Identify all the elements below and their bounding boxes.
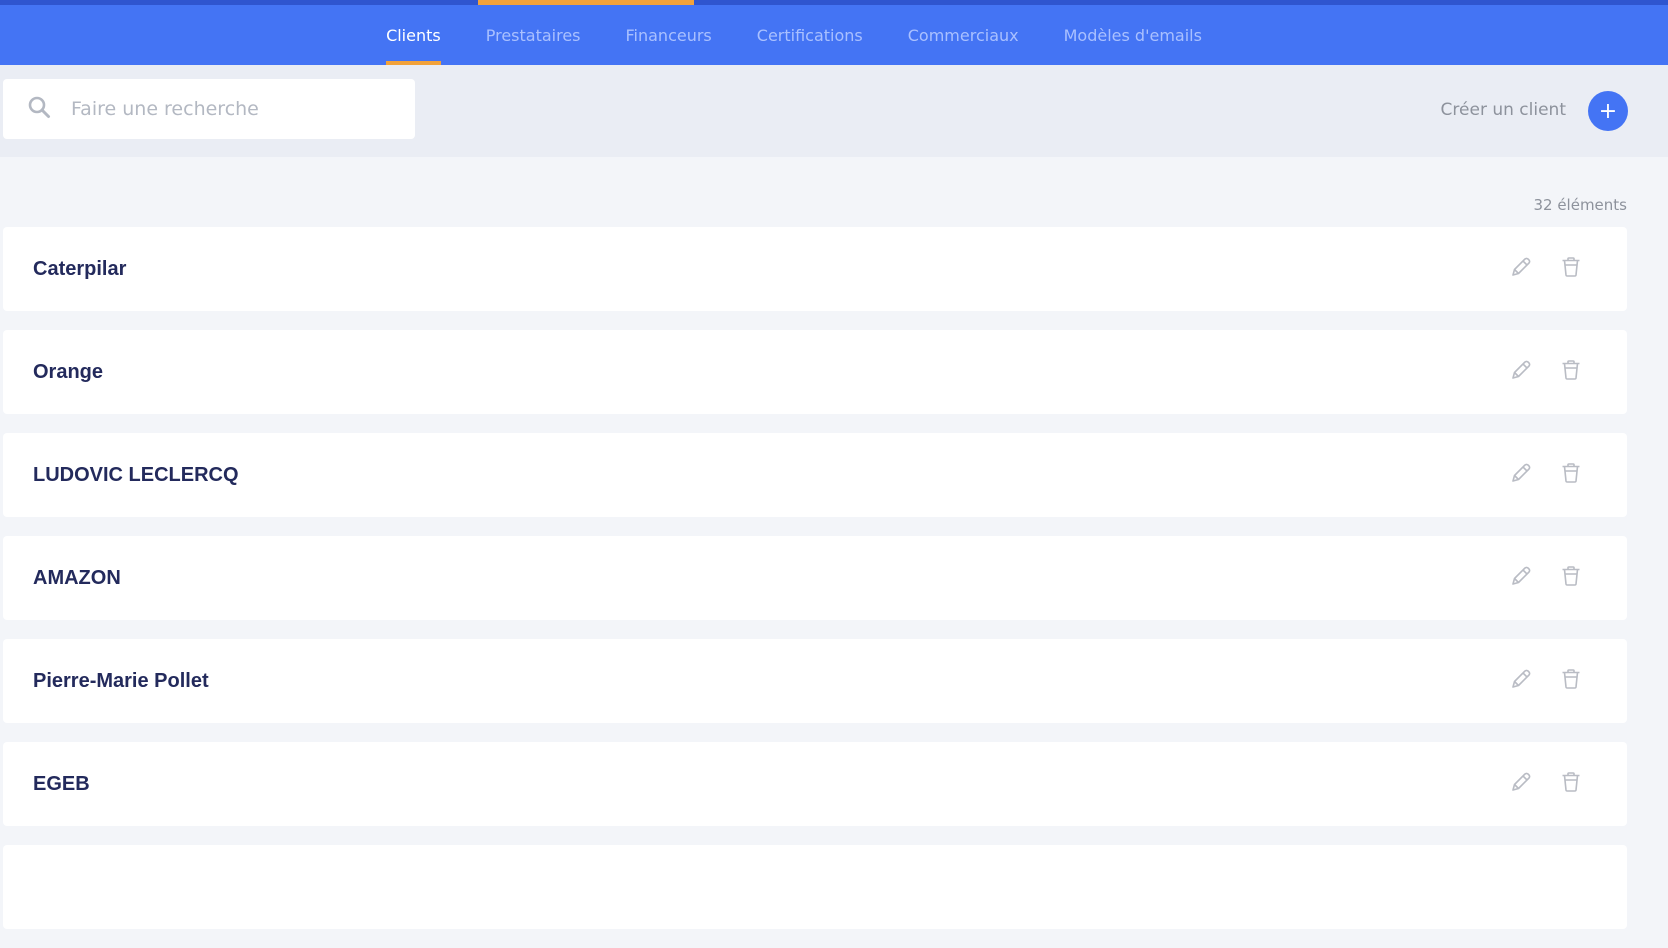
create-client-label[interactable]: Créer un client bbox=[1441, 100, 1566, 120]
list-item[interactable] bbox=[3, 845, 1627, 929]
row-actions bbox=[1509, 255, 1583, 279]
edit-pencil-icon[interactable] bbox=[1509, 255, 1533, 279]
list-item[interactable]: LUDOVIC LECLERCQ bbox=[3, 433, 1627, 517]
toolbar: Créer un client + bbox=[0, 65, 1668, 157]
client-name: EGEB bbox=[33, 772, 90, 795]
nav-tabs: Clients Prestataires Financeurs Certific… bbox=[0, 5, 1668, 65]
tab-financeurs[interactable]: Financeurs bbox=[626, 5, 712, 65]
client-list: Caterpilar Orange LUDOVIC LECLERCQ AMAZO… bbox=[3, 227, 1627, 948]
top-navbar: Clients Prestataires Financeurs Certific… bbox=[0, 0, 1668, 65]
list-item[interactable]: EGEB bbox=[3, 742, 1627, 826]
tab-certifications[interactable]: Certifications bbox=[757, 5, 863, 65]
trash-icon[interactable] bbox=[1559, 667, 1583, 691]
client-name: AMAZON bbox=[33, 566, 121, 589]
list-item[interactable]: Caterpilar bbox=[3, 227, 1627, 311]
client-name: LUDOVIC LECLERCQ bbox=[33, 463, 239, 486]
edit-pencil-icon[interactable] bbox=[1509, 564, 1533, 588]
tab-clients[interactable]: Clients bbox=[386, 5, 441, 65]
row-actions bbox=[1509, 770, 1583, 794]
edit-pencil-icon[interactable] bbox=[1509, 358, 1533, 382]
trash-icon[interactable] bbox=[1559, 564, 1583, 588]
tab-commerciaux[interactable]: Commerciaux bbox=[908, 5, 1019, 65]
client-name: Caterpilar bbox=[33, 257, 127, 280]
trash-icon[interactable] bbox=[1559, 461, 1583, 485]
row-actions bbox=[1509, 667, 1583, 691]
tab-prestataires[interactable]: Prestataires bbox=[486, 5, 581, 65]
list-item[interactable]: Pierre-Marie Pollet bbox=[3, 639, 1627, 723]
list-item[interactable]: AMAZON bbox=[3, 536, 1627, 620]
search-input[interactable] bbox=[71, 98, 391, 120]
client-name: Orange bbox=[33, 360, 104, 383]
trash-icon[interactable] bbox=[1559, 770, 1583, 794]
trash-icon[interactable] bbox=[1559, 255, 1583, 279]
edit-pencil-icon[interactable] bbox=[1509, 667, 1533, 691]
search-box[interactable] bbox=[3, 79, 415, 139]
tab-modeles-emails[interactable]: Modèles d'emails bbox=[1064, 5, 1202, 65]
list-item[interactable]: Orange bbox=[3, 330, 1627, 414]
search-icon bbox=[27, 95, 51, 123]
create-client-button[interactable]: + bbox=[1588, 91, 1628, 131]
edit-pencil-icon[interactable] bbox=[1509, 461, 1533, 485]
row-actions bbox=[1509, 358, 1583, 382]
item-count: 32 éléments bbox=[1533, 196, 1627, 214]
trash-icon[interactable] bbox=[1559, 358, 1583, 382]
row-actions bbox=[1509, 564, 1583, 588]
edit-pencil-icon[interactable] bbox=[1509, 770, 1533, 794]
row-actions bbox=[1509, 461, 1583, 485]
client-name: Pierre-Marie Pollet bbox=[33, 669, 209, 692]
